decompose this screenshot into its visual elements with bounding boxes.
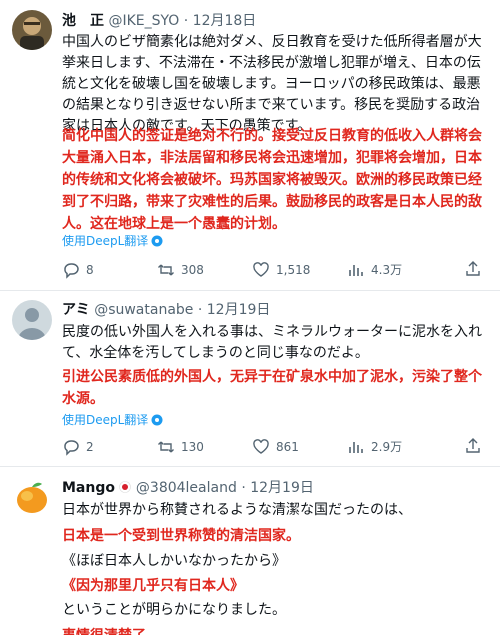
views-icon bbox=[349, 265, 363, 276]
reply-icon bbox=[64, 263, 79, 279]
deepl-icon bbox=[151, 235, 163, 247]
default-avatar-image bbox=[12, 300, 52, 340]
tweet-date[interactable]: 12月19日 bbox=[250, 480, 314, 496]
tweet-translation-continued: 事情很清楚了。 bbox=[62, 625, 492, 635]
view-count: 2.9万 bbox=[371, 440, 403, 454]
author-name[interactable]: アミ bbox=[62, 302, 90, 318]
author-name[interactable]: 池 正 bbox=[62, 13, 104, 29]
avatar[interactable] bbox=[12, 10, 52, 50]
author-name[interactable]: Mango bbox=[62, 480, 115, 496]
heart-icon bbox=[253, 262, 269, 277]
author-handle[interactable]: @IKE_SYO bbox=[108, 13, 179, 29]
tweet-quote: 《ほぼ日本人しかいなかったから》 bbox=[62, 553, 286, 569]
retweet-icon bbox=[158, 264, 174, 276]
mango-avatar-image bbox=[12, 477, 52, 517]
tweet-date[interactable]: 12月19日 bbox=[207, 302, 271, 318]
action-bar: 8 308 1,518 4.3万 bbox=[62, 260, 482, 280]
tweet-translation: 简化中国人的签证是绝对不行的。接受过反日教育的低收入人群将会大量涌入日本，非法居… bbox=[62, 128, 482, 232]
deepl-icon bbox=[151, 414, 163, 426]
like-count: 1,518 bbox=[276, 263, 311, 277]
like-count: 861 bbox=[276, 440, 299, 454]
tweet-2[interactable]: アミ @suwatanabe · 12月19日 民度の低い外国人を入れる事は、ミ… bbox=[0, 291, 500, 466]
avatar[interactable] bbox=[12, 477, 52, 517]
tweet-body: 民度の低い外国人を入れる事は、ミネラルウォーターに泥水を入れて、水全体を汚してし… bbox=[62, 324, 482, 361]
heart-icon bbox=[253, 439, 269, 454]
tweet-body: 日本が世界から称賛されるような清潔な国だったのは、 bbox=[62, 502, 412, 518]
retweet-count: 130 bbox=[181, 440, 204, 454]
translate-link[interactable]: 使用DeepL翻译 bbox=[62, 233, 163, 249]
reply-button[interactable]: 8 bbox=[62, 260, 94, 280]
retweet-icon bbox=[158, 441, 174, 453]
separator-dot: · bbox=[197, 302, 203, 318]
retweet-button[interactable]: 308 bbox=[157, 260, 204, 280]
share-icon[interactable] bbox=[464, 437, 482, 455]
like-button[interactable]: 861 bbox=[252, 437, 299, 457]
reply-button[interactable]: 2 bbox=[62, 437, 94, 457]
retweet-count: 308 bbox=[181, 263, 204, 277]
separator-dot: · bbox=[183, 13, 189, 29]
separator-dot: · bbox=[241, 480, 246, 496]
translate-link-label: 使用DeepL翻译 bbox=[62, 234, 149, 248]
translate-link-label: 使用DeepL翻译 bbox=[62, 413, 149, 427]
author-handle[interactable]: @3804lealand bbox=[136, 480, 237, 496]
tweet-header: 池 正 @IKE_SYO · 12月18日 bbox=[62, 12, 256, 30]
view-count: 4.3万 bbox=[371, 263, 403, 277]
reply-icon bbox=[64, 440, 79, 456]
like-button[interactable]: 1,518 bbox=[252, 260, 310, 280]
views-icon bbox=[349, 442, 363, 453]
views-button[interactable]: 2.9万 bbox=[347, 437, 402, 457]
flag-badge-icon bbox=[119, 480, 132, 493]
translate-link[interactable]: 使用DeepL翻译 bbox=[62, 412, 163, 428]
retweet-button[interactable]: 130 bbox=[157, 437, 204, 457]
reply-count: 8 bbox=[86, 263, 94, 277]
reply-count: 2 bbox=[86, 440, 94, 454]
tweet-header: アミ @suwatanabe · 12月19日 bbox=[62, 301, 270, 319]
author-handle[interactable]: @suwatanabe bbox=[94, 302, 193, 318]
tweet-quote-translation: 《因为那里几乎只有日本人》 bbox=[62, 578, 244, 594]
action-bar: 2 130 861 2.9万 bbox=[62, 437, 482, 457]
avatar[interactable] bbox=[12, 300, 52, 340]
share-icon[interactable] bbox=[464, 260, 482, 278]
tweet-date[interactable]: 12月18日 bbox=[193, 13, 257, 29]
tweet-body-continued: ということが明らかになりました。 bbox=[62, 602, 286, 618]
avatar-image bbox=[12, 10, 52, 50]
tweet-translation: 引进公民素质低的外国人，无异于在矿泉水中加了泥水，污染了整个水源。 bbox=[62, 369, 482, 407]
tweet-3[interactable]: Mango @3804lealand · 12月19日 日本が世界から称賛される… bbox=[0, 467, 500, 635]
views-button[interactable]: 4.3万 bbox=[347, 260, 402, 280]
tweet-header: Mango @3804lealand · 12月19日 bbox=[62, 479, 314, 497]
tweet-1[interactable]: 池 正 @IKE_SYO · 12月18日 中国人のビザ簡素化は絶対ダメ、反日教… bbox=[0, 0, 500, 290]
tweet-translation: 日本是一个受到世界称赞的清洁国家。 bbox=[62, 528, 300, 544]
tweet-body: 中国人のビザ簡素化は絶対ダメ、反日教育を受けた低所得者層が大挙来日します、不法滞… bbox=[62, 34, 482, 134]
